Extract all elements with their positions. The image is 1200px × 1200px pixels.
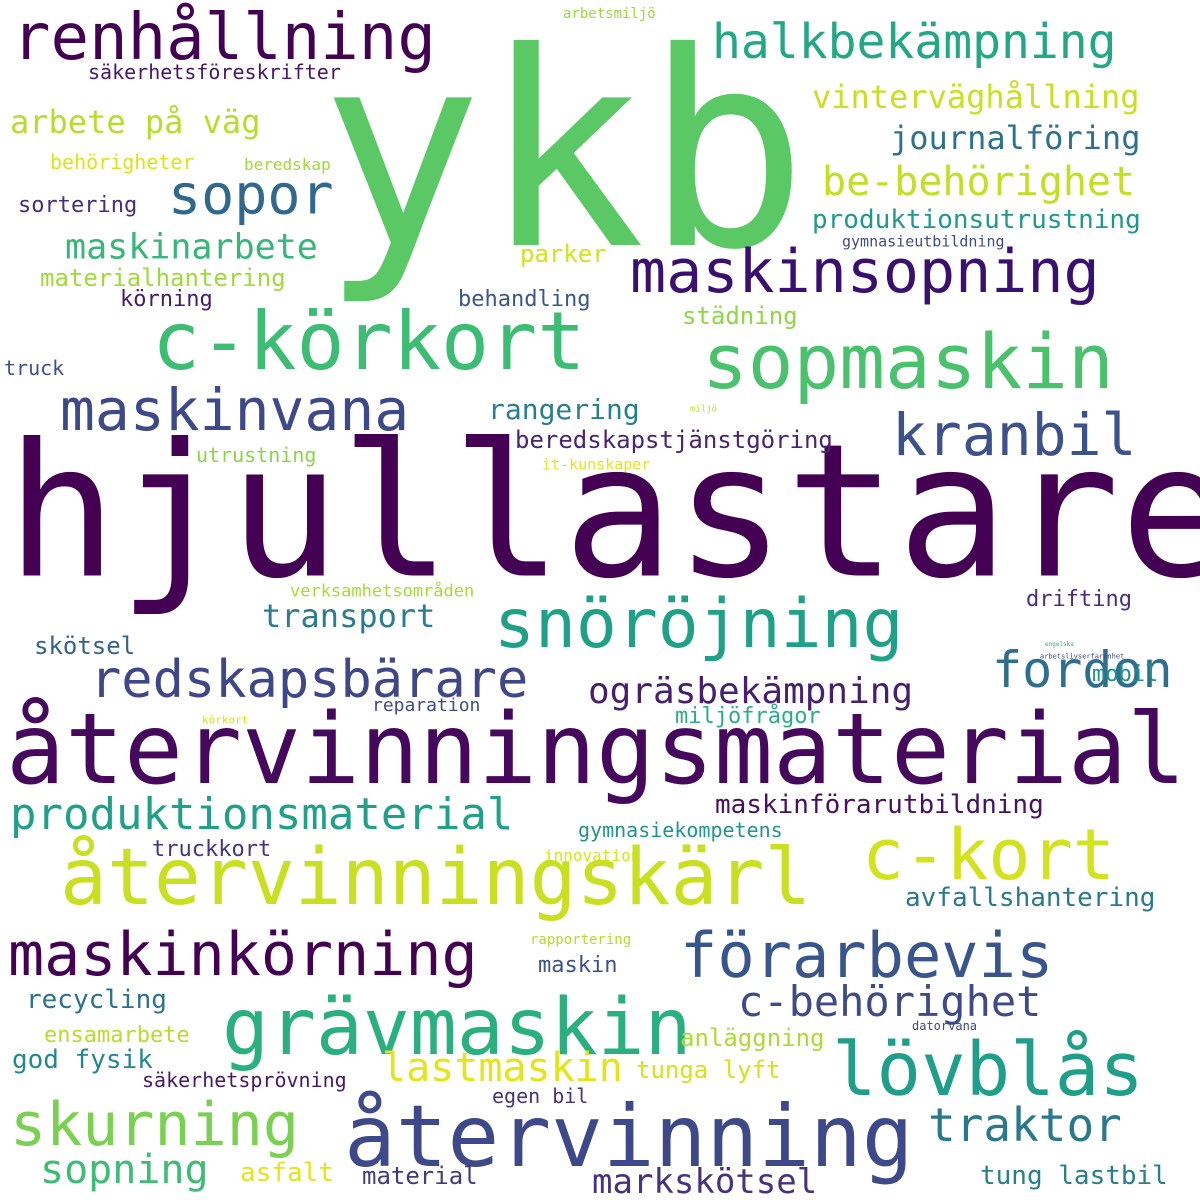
word: miljö (690, 404, 718, 415)
word: c-körkort (152, 295, 586, 388)
word: asfalt (240, 1158, 334, 1188)
word: arbete på väg (10, 103, 261, 141)
word: snöröjning (494, 585, 904, 664)
word: återvinningskärl (60, 833, 812, 923)
word: transport (262, 597, 436, 635)
word: mobil (1092, 662, 1159, 687)
word: arbetslivserfarenhet (1040, 652, 1125, 661)
word: journalföring (890, 119, 1141, 157)
word: sortering (18, 193, 138, 218)
word: avfallshantering (905, 883, 1156, 913)
word: drifting (1026, 587, 1132, 612)
word: engelska (1045, 641, 1074, 648)
word: material (362, 1162, 478, 1190)
word: sopning (40, 1147, 209, 1193)
word: god fysik (12, 1045, 153, 1075)
word: vinterväghållning (812, 78, 1140, 116)
word: maskinsopning (630, 237, 1100, 307)
word: maskinvana (60, 376, 410, 444)
word: markskötsel (592, 1162, 818, 1200)
word: be-behörighet (822, 159, 1136, 205)
word: arbetsmiljö (563, 6, 656, 22)
word: skurning (10, 1090, 299, 1160)
word: anläggning (680, 1024, 825, 1052)
word: c-kort (862, 814, 1115, 896)
word: produktionsutrustning (812, 205, 1141, 235)
word: reparation (372, 695, 481, 716)
word: kö­rkort (202, 713, 249, 727)
word: kranbil (892, 401, 1137, 469)
word: maskin (538, 953, 618, 978)
word: rangering (488, 393, 640, 426)
word: utrustning (196, 443, 317, 467)
word: it-kunskaper (542, 455, 651, 474)
word: lastmaskin (382, 1045, 623, 1091)
word: miljöfrågor (675, 704, 821, 729)
word: återvinningsmaterial (6, 693, 1187, 807)
word: beredskapstjänstgöring (515, 426, 833, 454)
word: parker (520, 240, 607, 268)
word: halkbekämpning (712, 14, 1117, 70)
word-cloud: ykb hjullastare återvinningsmaterial ren… (0, 0, 1200, 1200)
word: sopmaskin (702, 317, 1114, 406)
word: sopor (168, 162, 334, 227)
word: säkerhetsföreskrifter (88, 60, 341, 84)
word: truck (4, 356, 65, 380)
word: traktor (928, 1098, 1122, 1152)
word: recycling (26, 985, 167, 1015)
word: säkerhetsprövning (142, 1068, 347, 1092)
word: maskinarbete (65, 227, 318, 268)
word: tung lastbil (980, 1161, 1168, 1191)
word: rapportering (530, 932, 632, 948)
word: maskinkörning (8, 920, 478, 990)
word: produktionsmaterial (10, 789, 514, 840)
word: ensamarbete (44, 1023, 190, 1048)
word: tunga lyft (636, 1056, 781, 1084)
word: c-behörighet (738, 977, 1042, 1026)
